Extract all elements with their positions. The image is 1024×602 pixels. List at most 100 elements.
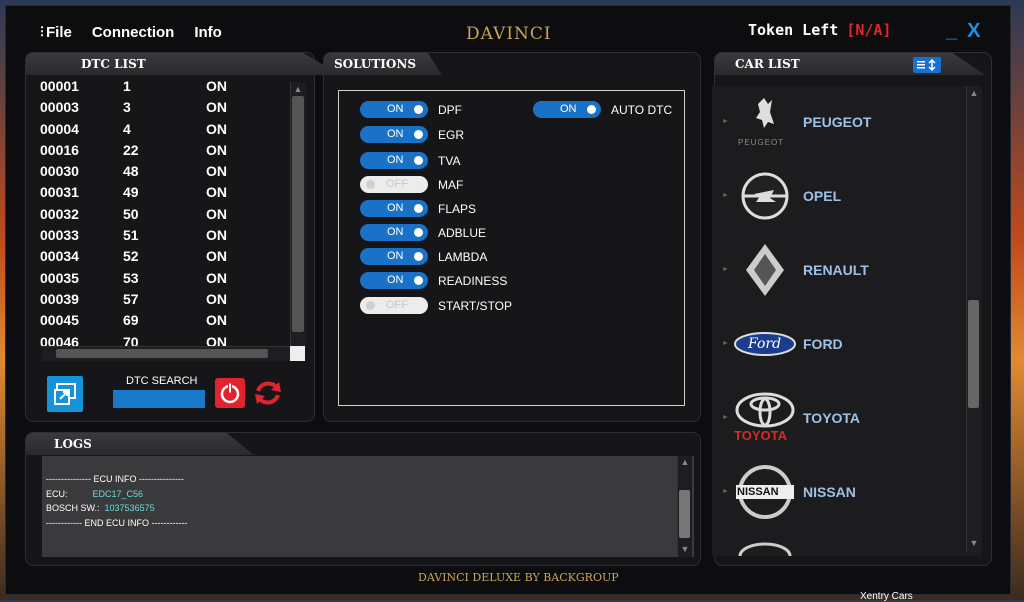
scroll-up-icon[interactable]: ▲ bbox=[967, 88, 981, 98]
dtc-panel-title: DTC LIST bbox=[26, 53, 341, 75]
log-line: ------------ END ECU INFO ------------ bbox=[46, 518, 188, 528]
solution-dpf[interactable]: ON DPF bbox=[360, 101, 462, 118]
dtc-row[interactable]: 00016 22 ON bbox=[40, 142, 290, 163]
log-line: --------------- ECU INFO --------------- bbox=[46, 474, 184, 484]
solution-adblue[interactable]: ON ADBLUE bbox=[360, 224, 486, 241]
dtc-row[interactable]: 00033 51 ON bbox=[40, 227, 290, 248]
solution-maf[interactable]: OFF MAF bbox=[360, 176, 463, 193]
dtc-state: ON bbox=[206, 120, 227, 137]
car-item-peugeot[interactable]: ► PEUGEOT PEUGEOT bbox=[712, 86, 962, 156]
car-item-renault[interactable]: ► RENAULT bbox=[712, 234, 962, 304]
dtc-horizontal-scrollbar[interactable] bbox=[42, 346, 290, 361]
scroll-thumb[interactable] bbox=[292, 96, 304, 332]
dtc-row[interactable]: 00004 4 ON bbox=[40, 121, 290, 142]
car-name: OPEL bbox=[803, 188, 842, 204]
logs-panel-title: LOGS bbox=[26, 433, 254, 455]
peugeot-logo-icon: PEUGEOT bbox=[734, 94, 796, 150]
next-car-logo-icon bbox=[734, 534, 796, 556]
token-label: Token Left bbox=[748, 21, 839, 39]
token-status: Token Left [N/A] bbox=[748, 21, 891, 39]
toggle-knob bbox=[414, 228, 423, 237]
toggle-switch[interactable]: OFF bbox=[360, 176, 428, 193]
menu-bar: ⋮ File Connection Info bbox=[36, 24, 222, 41]
car-name: FORD bbox=[803, 336, 843, 352]
dtc-search-label: DTC SEARCH bbox=[126, 375, 198, 387]
power-button[interactable] bbox=[215, 378, 245, 408]
hscroll-thumb[interactable] bbox=[56, 349, 268, 358]
menu-grip-icon: ⋮ bbox=[36, 24, 48, 38]
scroll-thumb[interactable] bbox=[679, 490, 690, 538]
logs-scrollbar[interactable]: ▲ ▼ bbox=[677, 456, 692, 557]
scroll-up-icon[interactable]: ▲ bbox=[291, 84, 305, 94]
toggle-knob bbox=[414, 130, 423, 139]
car-item-nissan[interactable]: ► NISSAN NISSAN bbox=[712, 456, 962, 526]
dtc-code: 00031 bbox=[40, 184, 79, 201]
solution-start-stop[interactable]: OFF START/STOP bbox=[360, 297, 512, 314]
toggle-switch[interactable]: ON bbox=[360, 200, 428, 217]
solution-readiness[interactable]: ON READINESS bbox=[360, 272, 507, 289]
dtc-code: 00033 bbox=[40, 227, 79, 244]
dtc-code: 00001 bbox=[40, 78, 79, 94]
dtc-row[interactable]: 00035 53 ON bbox=[40, 270, 290, 291]
toggle-switch[interactable]: OFF bbox=[360, 297, 428, 314]
dtc-code: 00039 bbox=[40, 290, 79, 307]
solution-auto-dtc[interactable]: ON AUTO DTC bbox=[533, 101, 672, 118]
solution-label: READINESS bbox=[438, 273, 508, 288]
solution-label: START/STOP bbox=[438, 298, 513, 313]
scroll-down-icon[interactable]: ▼ bbox=[967, 538, 981, 548]
scroll-up-icon[interactable]: ▲ bbox=[678, 457, 692, 467]
scroll-down-icon[interactable]: ▼ bbox=[678, 544, 692, 554]
dtc-row[interactable]: 00030 48 ON bbox=[40, 163, 290, 184]
car-item-opel[interactable]: ► OPEL bbox=[712, 160, 962, 230]
solution-tva[interactable]: ON TVA bbox=[360, 152, 460, 169]
footer-credit: DAVINCI DELUXE BY BACKGROUP bbox=[418, 571, 619, 584]
toggle-state: ON bbox=[387, 103, 404, 115]
menu-info[interactable]: Info bbox=[194, 24, 222, 41]
toyota-logo-icon: TOYOTA bbox=[734, 390, 796, 446]
solution-flaps[interactable]: ON FLAPS bbox=[360, 200, 476, 217]
ford-logo-text: Ford bbox=[748, 336, 782, 352]
minimize-button[interactable]: _ bbox=[946, 20, 957, 42]
toggle-switch[interactable]: ON bbox=[360, 248, 428, 265]
close-button[interactable]: X bbox=[967, 20, 980, 42]
dtc-row[interactable]: 00003 3 ON bbox=[40, 99, 290, 120]
toggle-state: ON bbox=[387, 128, 404, 140]
dtc-row[interactable]: 00031 49 ON bbox=[40, 184, 290, 205]
dtc-search-input[interactable] bbox=[113, 390, 205, 408]
dtc-state: ON bbox=[206, 163, 227, 180]
dtc-state: ON bbox=[206, 248, 227, 265]
sort-button[interactable] bbox=[913, 57, 941, 73]
refresh-button[interactable] bbox=[252, 377, 284, 409]
toggle-switch[interactable]: ON bbox=[360, 126, 428, 143]
logs-output: --------------- ECU INFO ---------------… bbox=[42, 456, 694, 557]
dtc-row[interactable]: 00045 69 ON bbox=[40, 312, 290, 333]
detach-button[interactable] bbox=[47, 376, 83, 412]
menu-file[interactable]: File bbox=[46, 24, 72, 41]
log-value: 1037536575 bbox=[104, 503, 155, 513]
dtc-row[interactable]: 00039 57 ON bbox=[40, 291, 290, 312]
toggle-switch[interactable]: ON bbox=[533, 101, 601, 118]
car-name: TOYOTA bbox=[803, 410, 861, 426]
dtc-row[interactable]: 00001 1 ON bbox=[40, 78, 290, 99]
menu-connection[interactable]: Connection bbox=[92, 24, 175, 41]
dtc-row[interactable]: 00034 52 ON bbox=[40, 248, 290, 269]
toggle-switch[interactable]: ON bbox=[360, 152, 428, 169]
toggle-state: ON bbox=[387, 250, 404, 262]
dtc-state: ON bbox=[206, 269, 227, 286]
solution-lambda[interactable]: ON LAMBDA bbox=[360, 248, 487, 265]
car-list-scrollbar[interactable]: ▲ ▼ bbox=[966, 86, 981, 552]
expand-arrow-icon: ► bbox=[722, 414, 729, 421]
car-item-ford[interactable]: ► Ford FORD bbox=[712, 308, 962, 378]
toggle-switch[interactable]: ON bbox=[360, 101, 428, 118]
solution-egr[interactable]: ON EGR bbox=[360, 126, 464, 143]
dtc-row[interactable]: 00032 50 ON bbox=[40, 206, 290, 227]
toggle-state: ON bbox=[387, 274, 404, 286]
toggle-switch[interactable]: ON bbox=[360, 224, 428, 241]
toggle-state: OFF bbox=[386, 178, 408, 190]
car-item-toyota[interactable]: ► TOYOTA TOYOTA bbox=[712, 382, 962, 452]
scroll-thumb[interactable] bbox=[968, 300, 979, 408]
toyota-logo-text: TOYOTA bbox=[734, 428, 787, 443]
dtc-vertical-scrollbar[interactable]: ▲ bbox=[290, 82, 306, 346]
toggle-switch[interactable]: ON bbox=[360, 272, 428, 289]
expand-arrow-icon: ► bbox=[722, 488, 729, 495]
